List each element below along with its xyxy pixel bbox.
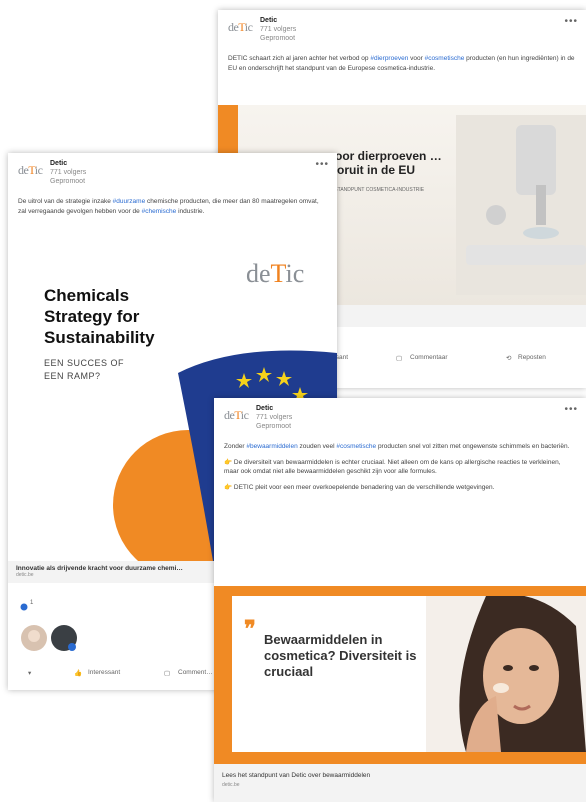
like-button[interactable]: Interessant xyxy=(88,669,120,676)
reaction-picker[interactable]: ▾ xyxy=(28,669,31,677)
lab-machine-illustration xyxy=(456,115,586,295)
follower-count: 771 volgers xyxy=(256,414,293,421)
author-block: Detic 771 volgers Gepromoot xyxy=(256,404,292,431)
image-title: Bewaarmiddelen in cosmetica? Diversiteit… xyxy=(264,632,417,679)
follower-count: 771 volgers xyxy=(50,169,87,176)
reaction-count: 1 xyxy=(30,600,34,606)
quote-icon: ❞ xyxy=(244,616,256,641)
promoted-label: Gepromoot xyxy=(256,423,292,430)
post-image[interactable]: ❞ Bewaarmiddelen in cosmetica? Diversite… xyxy=(214,586,586,764)
detic-logo[interactable]: deTic xyxy=(18,163,44,185)
follower-count: 771 volgers xyxy=(260,26,297,33)
comment-icon[interactable]: ▢ xyxy=(164,669,170,677)
post-header: deTic Detic 771 volgers Gepromoot ••• xyxy=(214,398,586,442)
pointing-hand-icon: 👉 xyxy=(224,483,233,491)
like-icon[interactable]: 👍 xyxy=(74,669,82,677)
more-icon[interactable]: ••• xyxy=(564,404,578,415)
detic-logo[interactable]: deTic xyxy=(224,408,250,430)
hashtag-link[interactable]: #chemische xyxy=(142,208,177,215)
link-caption[interactable]: Lees het standpunt van Detic over bewaar… xyxy=(214,764,586,802)
author-name[interactable]: Detic xyxy=(256,404,292,413)
post-header: deTic Detic 771 volgers Gepromoot ••• xyxy=(8,153,337,197)
more-icon[interactable]: ••• xyxy=(315,159,329,170)
detic-logo[interactable]: deTic xyxy=(228,20,254,42)
author-name[interactable]: Detic xyxy=(50,159,86,168)
hashtag-link[interactable]: #cosmetische xyxy=(425,55,465,62)
woman-portrait-illustration xyxy=(426,596,586,752)
image-subtitle: HET STANDPUNT COSMETICA-INDUSTRIE xyxy=(323,187,425,193)
detic-image-logo: deTic xyxy=(246,259,305,288)
reaction-summary[interactable]: 1 xyxy=(20,599,34,611)
comment-button[interactable]: Comment… xyxy=(178,669,213,676)
post-text: Zonder #bewaarmiddelen zouden veel #cosm… xyxy=(224,443,570,491)
hashtag-link[interactable]: #duurzame xyxy=(113,198,146,205)
pointing-hand-icon: 👉 xyxy=(224,458,233,466)
post-text: De uitrol van de strategie inzake #duurz… xyxy=(18,198,319,215)
comment-icon[interactable]: ▢ xyxy=(396,354,402,362)
author-name[interactable]: Detic xyxy=(260,16,296,25)
reactor-avatars[interactable] xyxy=(20,623,90,653)
image-subtitle: EEN SUCCES OF EEN RAMP? xyxy=(44,358,125,381)
post-header: deTic Detic 771 volgers Gepromoot ••• xyxy=(218,10,586,54)
hashtag-link[interactable]: #cosmetische xyxy=(336,443,376,450)
image-title: Chemicals Strategy for Sustainability xyxy=(44,286,155,347)
more-icon[interactable]: ••• xyxy=(564,16,578,27)
image-title: …oor dierproeven …vooruit in de EU xyxy=(323,149,442,177)
repost-button[interactable]: Reposten xyxy=(518,354,546,361)
author-block: Detic 771 volgers Gepromoot xyxy=(50,159,86,186)
comment-button[interactable]: Commentaar xyxy=(410,354,448,361)
promoted-label: Gepromoot xyxy=(260,35,296,42)
post-card-preservatives: deTic Detic 771 volgers Gepromoot ••• Zo… xyxy=(214,398,586,802)
promoted-label: Gepromoot xyxy=(50,178,86,185)
hashtag-link[interactable]: #bewaarmiddelen xyxy=(246,443,297,450)
hashtag-link[interactable]: #dierproeven xyxy=(370,55,408,62)
repost-icon[interactable]: ⟲ xyxy=(506,354,511,362)
author-block: Detic 771 volgers Gepromoot xyxy=(260,16,296,43)
post-text: DETIC schaart zich al jaren achter het v… xyxy=(228,55,575,72)
